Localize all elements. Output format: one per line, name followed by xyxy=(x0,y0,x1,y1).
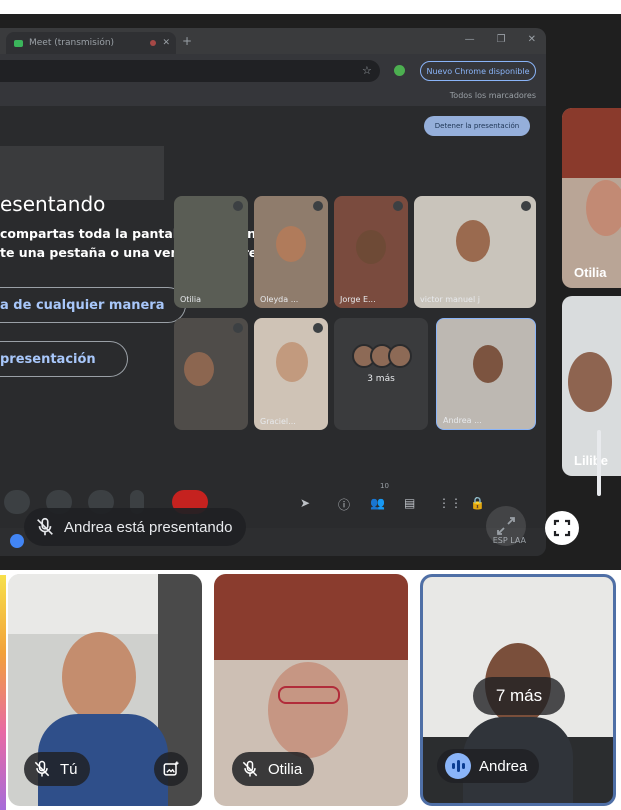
stop-presenting-button: Detener la presentación xyxy=(424,116,530,136)
participant-tile-otilia[interactable]: Otilia xyxy=(562,108,621,288)
info-icon: ⓘ xyxy=(338,498,351,512)
name-chip: Andrea xyxy=(437,749,540,783)
participant-tile: Andrea ... xyxy=(436,318,536,430)
emoji-button xyxy=(4,490,30,514)
meet-top-bar: Detener la presentación xyxy=(0,112,546,138)
participant-tile-self[interactable]: Tú xyxy=(8,574,202,806)
bookmarks-bar: Todos los marcadores xyxy=(0,88,546,106)
shared-screen[interactable]: Meet (transmisión) ✕ + — ❐ ✕ ☆ Nuevo Chr… xyxy=(0,28,546,556)
more-participants-chip[interactable]: 7 más xyxy=(473,677,565,715)
presenting-banner: Andrea está presentando xyxy=(24,508,247,546)
ceiling-background xyxy=(562,108,621,178)
people-icon: 👥 xyxy=(370,496,385,510)
participant-tile: Oleyda ... xyxy=(254,196,328,308)
participant-name: Graciel... xyxy=(260,417,296,426)
share-presentation-button: presentación xyxy=(0,341,128,377)
maximize-icon: ❐ xyxy=(496,34,506,45)
star-icon: ☆ xyxy=(362,64,372,77)
close-icon: ✕ xyxy=(527,34,536,45)
participant-name: Otilia xyxy=(268,760,303,778)
profile-icon xyxy=(394,65,405,76)
participant-face xyxy=(586,180,621,236)
more-count: 3 más xyxy=(367,374,395,384)
participant-tile-andrea[interactable]: 7 más Andrea xyxy=(420,574,616,806)
share-anyway-button: a de cualquier manera xyxy=(0,287,186,323)
mic-off-icon xyxy=(521,201,531,211)
more-participants-tile: 3 más xyxy=(334,318,428,430)
address-bar: ☆ Nuevo Chrome disponible xyxy=(0,54,546,88)
browser-tab: Meet (transmisión) ✕ xyxy=(6,32,176,54)
plus-icon: + xyxy=(182,34,193,48)
mic-off-icon xyxy=(313,323,323,333)
fullscreen-button[interactable] xyxy=(545,511,579,545)
name-chip: Otilia xyxy=(232,752,315,786)
participants-count: 10 xyxy=(380,482,389,490)
meet-icon xyxy=(14,39,23,47)
participant-face xyxy=(473,345,503,383)
expand-button[interactable] xyxy=(486,506,526,546)
participant-tile: Graciel... xyxy=(254,318,328,430)
recording-indicator xyxy=(150,40,157,46)
participant-tile: Otilia xyxy=(174,196,248,308)
participant-tile: victor manuel j xyxy=(414,196,536,308)
minimize-icon: — xyxy=(464,34,475,45)
participant-tile-otilia-main[interactable]: Otilia xyxy=(214,574,408,806)
mic-off-icon xyxy=(393,201,403,211)
participant-name: Lilibe xyxy=(574,453,608,468)
mic-off-icon xyxy=(34,760,50,777)
effects-button[interactable] xyxy=(154,752,188,786)
glasses xyxy=(278,686,340,704)
mic-off-icon xyxy=(233,201,243,211)
participant-face xyxy=(268,662,348,758)
update-badge: Nuevo Chrome disponible xyxy=(420,61,536,81)
mic-off-icon xyxy=(233,323,243,333)
mic-off-icon xyxy=(37,517,53,536)
participant-name: Tú xyxy=(60,760,78,778)
bookmarks-folder: Todos los marcadores xyxy=(449,91,536,100)
activities-icon: ⋮⋮ xyxy=(438,496,462,510)
chrome-icon xyxy=(10,534,24,548)
participant-name: victor manuel j xyxy=(420,295,480,304)
name-chip: Tú xyxy=(24,752,90,786)
participant-face xyxy=(456,220,490,262)
browser-tabstrip: Meet (transmisión) ✕ + — ❐ ✕ xyxy=(0,28,546,54)
participant-name: Andrea ... xyxy=(443,416,482,425)
expand-icon xyxy=(497,517,515,535)
effects-icon xyxy=(163,761,179,776)
participant-face xyxy=(568,352,612,412)
mic-off-icon xyxy=(242,760,258,777)
participant-name: Oleyda ... xyxy=(260,295,299,304)
participant-face xyxy=(276,226,306,262)
presenting-text: Andrea está presentando xyxy=(64,518,233,536)
ceiling-background xyxy=(214,574,408,660)
participant-tile: Jorge E... xyxy=(334,196,408,308)
meet-call-screen: Meet (transmisión) ✕ + — ❐ ✕ ☆ Nuevo Chr… xyxy=(0,0,621,810)
url-field xyxy=(0,60,380,82)
participant-name: Jorge E... xyxy=(340,295,376,304)
tab-title: Meet (transmisión) xyxy=(29,38,115,48)
cursor-icon: ➤ xyxy=(300,496,311,510)
avatar-stack xyxy=(352,344,412,368)
scrollbar[interactable] xyxy=(597,430,601,496)
window-controls: — ❐ ✕ xyxy=(465,34,536,45)
mic-off-icon xyxy=(313,201,323,211)
chat-icon: ▤ xyxy=(404,496,416,510)
participant-face xyxy=(356,230,386,264)
participant-name: Otilia xyxy=(180,295,202,304)
participant-tile-lilibe[interactable]: Lilibe xyxy=(562,296,621,476)
fullscreen-icon xyxy=(553,519,571,537)
close-icon: ✕ xyxy=(162,38,170,48)
lock-icon: 🔒 xyxy=(470,496,485,510)
participant-name: Andrea xyxy=(479,757,528,775)
speaking-icon xyxy=(445,753,471,779)
participant-face xyxy=(62,632,136,722)
participant-name: Otilia xyxy=(574,265,607,280)
participant-tile xyxy=(174,318,248,430)
presenting-heading: esentando xyxy=(0,192,106,216)
participant-face xyxy=(184,352,214,386)
background-accent xyxy=(0,575,6,810)
participant-face xyxy=(276,342,308,382)
